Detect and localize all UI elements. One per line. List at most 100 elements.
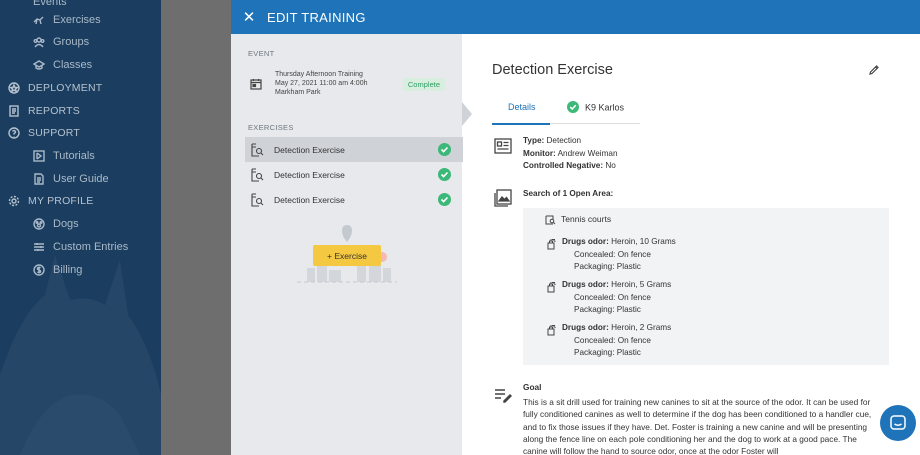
group-icon xyxy=(33,37,45,48)
report-icon xyxy=(9,105,19,117)
dialog-header: ✕ EDIT TRAINING xyxy=(231,0,920,34)
nav-item-classes[interactable]: Classes xyxy=(33,57,92,73)
chat-launcher-button[interactable] xyxy=(880,405,916,441)
exercise-item[interactable]: Detection Exercise xyxy=(245,137,463,162)
nav-item-deployment[interactable]: DEPLOYMENT xyxy=(8,80,102,96)
odor-value: Heroin, 2 Grams xyxy=(611,323,672,332)
calendar-icon xyxy=(250,79,262,90)
tab-details[interactable]: Details xyxy=(508,102,536,112)
monitor-label: Monitor: xyxy=(523,148,556,158)
odor-value: Heroin, 10 Grams xyxy=(611,237,676,246)
sliders-icon xyxy=(34,243,44,251)
odor-concealed: Concealed: On fence xyxy=(574,335,651,345)
detection-icon xyxy=(251,167,264,182)
app-sidebar: Events Exercises Groups Classes DEPLOYME… xyxy=(0,0,161,455)
tab-k9-karlos[interactable]: K9 Karlos xyxy=(567,101,625,114)
odor-label: Drugs odor: xyxy=(562,323,609,332)
edit-training-dialog: ✕ EDIT TRAINING EVENT Thursday Afternoon… xyxy=(231,0,920,455)
dollar-icon xyxy=(33,264,45,276)
exercise-info: Type: Detection Monitor: Andrew Weiman C… xyxy=(523,135,618,173)
bottle-icon xyxy=(547,325,556,336)
nav-item-dogs[interactable]: Dogs xyxy=(33,216,79,232)
odor-packaging: Packaging: Plastic xyxy=(574,305,641,314)
negative-label: Controlled Negative: xyxy=(523,161,604,170)
event-section-label: EVENT xyxy=(248,49,275,58)
exercise-detail-pane: Detection Exercise Details K9 Karlos Typ… xyxy=(462,34,920,455)
exercise-name: Detection Exercise xyxy=(274,144,345,155)
dialog-title: EDIT TRAINING xyxy=(267,9,366,25)
event-datetime: May 27, 2021 11:00 am 4:00h xyxy=(275,80,368,87)
detail-tabs: Details K9 Karlos xyxy=(492,96,640,125)
check-icon xyxy=(567,101,579,113)
odor-item: Drugs odor: Heroin, 2 Grams Concealed: O… xyxy=(547,322,672,360)
type-value: Detection xyxy=(546,136,582,145)
area-name: Tennis courts xyxy=(561,214,612,224)
odor-item: Drugs odor: Heroin, 10 Grams Concealed: … xyxy=(547,236,676,274)
event-location: Markham Park xyxy=(275,89,321,96)
status-badge: Complete xyxy=(402,78,445,91)
modal-backdrop[interactable] xyxy=(161,0,231,455)
check-icon xyxy=(438,168,451,181)
nav-item-user-guide[interactable]: User Guide xyxy=(33,171,109,187)
detection-icon xyxy=(251,192,264,207)
odor-packaging: Packaging: Plastic xyxy=(574,348,641,357)
exercise-item[interactable]: Detection Exercise xyxy=(245,162,463,187)
tutorial-icon xyxy=(33,150,45,162)
landscape-image-icon xyxy=(494,189,512,207)
odor-concealed: Concealed: On fence xyxy=(574,249,651,259)
odor-packaging: Packaging: Plastic xyxy=(574,262,641,271)
area-search-icon xyxy=(545,215,556,225)
negative-value: No xyxy=(605,161,616,170)
exercise-item[interactable]: Detection Exercise xyxy=(245,187,463,212)
nav-item-events[interactable]: Events xyxy=(33,0,67,10)
wolf-background-image xyxy=(0,255,161,455)
odor-value: Heroin, 5 Grams xyxy=(611,280,672,289)
goal-text: This is a sit drill used for training ne… xyxy=(523,397,872,455)
help-icon xyxy=(8,127,20,139)
paw-icon xyxy=(33,218,45,230)
exercise-name: Detection Exercise xyxy=(274,194,345,205)
odor-label: Drugs odor: xyxy=(562,237,609,246)
check-icon xyxy=(438,143,451,156)
exercise-name: Detection Exercise xyxy=(274,169,345,180)
check-icon xyxy=(438,193,451,206)
close-icon[interactable]: ✕ xyxy=(231,8,267,26)
tab-k9-label: K9 Karlos xyxy=(585,102,625,113)
nav-item-reports[interactable]: REPORTS xyxy=(8,103,80,119)
event-name: Thursday Afternoon Training xyxy=(275,71,363,78)
nav-item-my-profile[interactable]: MY PROFILE xyxy=(8,193,93,209)
event-details: Thursday Afternoon Training May 27, 2021… xyxy=(275,70,368,97)
odor-item: Drugs odor: Heroin, 5 Grams Concealed: O… xyxy=(547,279,672,317)
bottle-icon xyxy=(547,282,556,293)
type-label: Type: xyxy=(523,136,545,145)
notes-edit-icon xyxy=(495,389,512,403)
active-tab-indicator xyxy=(492,123,550,125)
chat-icon xyxy=(890,415,906,430)
dog-run-icon xyxy=(33,16,44,25)
goal-title: Goal xyxy=(523,382,542,392)
gear-icon xyxy=(8,195,20,207)
nav-item-exercises[interactable]: Exercises xyxy=(33,12,101,28)
event-summary[interactable]: Thursday Afternoon Training May 27, 2021… xyxy=(245,70,455,104)
graduation-cap-icon xyxy=(33,60,45,70)
area-title: Tennis courts xyxy=(545,214,611,225)
nav-item-support[interactable]: SUPPORT xyxy=(8,125,80,141)
add-exercise-button[interactable]: + Exercise xyxy=(313,245,381,266)
pencil-icon[interactable] xyxy=(868,64,880,76)
bottle-icon xyxy=(547,239,556,250)
exercises-section-label: EXERCISES xyxy=(248,123,294,132)
monitor-value: Andrew Weiman xyxy=(557,148,618,158)
odor-label: Drugs odor: xyxy=(562,280,609,289)
detection-icon xyxy=(251,142,264,157)
search-area-card: Tennis courts Drugs odor: Heroin, 10 Gra… xyxy=(523,208,889,365)
exercise-list-pane: EVENT Thursday Afternoon Training May 27… xyxy=(231,34,463,455)
info-card-icon xyxy=(494,138,512,154)
nav-item-billing[interactable]: Billing xyxy=(33,262,82,278)
document-icon xyxy=(34,173,44,185)
search-title: Search of 1 Open Area: xyxy=(523,189,614,198)
exercise-heading: Detection Exercise xyxy=(492,62,613,78)
badge-icon xyxy=(8,82,20,94)
nav-item-tutorials[interactable]: Tutorials xyxy=(33,148,95,164)
nav-item-groups[interactable]: Groups xyxy=(33,34,89,50)
nav-item-custom-entries[interactable]: Custom Entries xyxy=(33,239,128,255)
